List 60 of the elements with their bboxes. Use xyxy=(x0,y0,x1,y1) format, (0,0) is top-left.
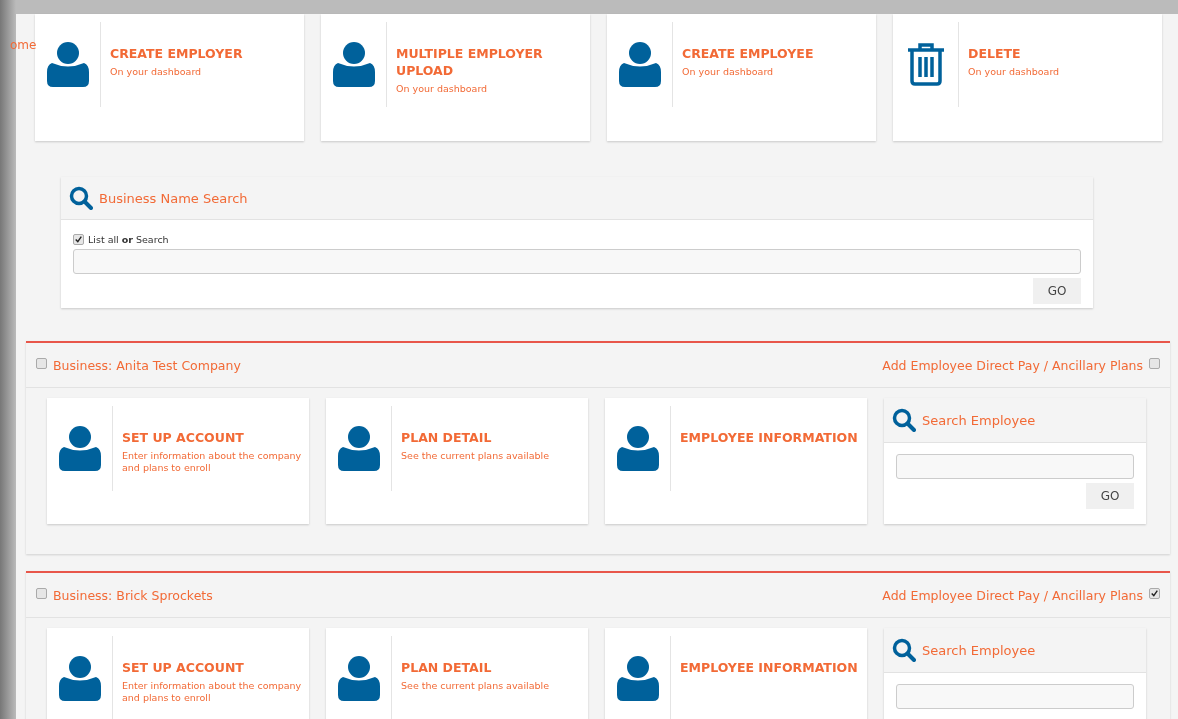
checkbox[interactable] xyxy=(36,357,47,369)
card-subtitle: Enter information about the company and plans to enroll xyxy=(122,450,303,474)
person-icon xyxy=(58,656,101,701)
ancillary-link[interactable]: Add Employee Direct Pay / Ancillary Plans xyxy=(882,587,1143,603)
person-icon xyxy=(337,656,380,701)
card-title: DELETE xyxy=(968,45,1022,62)
panel-title: Search Employee xyxy=(922,642,1036,658)
card-title: MULTIPLE EMPLOYER UPLOAD xyxy=(396,45,544,79)
card-subtitle: See the current plans available xyxy=(401,450,549,462)
action-card[interactable]: CREATE EMPLOYEE On your dashboard xyxy=(607,14,876,141)
panel-title: Search Employee xyxy=(922,412,1036,428)
search-icon xyxy=(892,638,916,662)
action-card[interactable]: CREATE EMPLOYER On your dashboard xyxy=(35,14,304,141)
search-field[interactable] xyxy=(896,454,1134,479)
checkbox-label: List all or Search xyxy=(88,234,169,245)
go-button[interactable]: GO xyxy=(1033,278,1081,304)
go-button[interactable]: GO xyxy=(1086,483,1134,509)
business-name: Business: Brick Sprockets xyxy=(53,587,213,603)
card-subtitle: On your dashboard xyxy=(396,83,489,95)
card-subtitle: On your dashboard xyxy=(682,66,775,78)
person-icon xyxy=(332,42,375,87)
action-card[interactable]: PLAN DETAIL See the current plans available xyxy=(326,628,588,719)
card-title: CREATE EMPLOYEE xyxy=(682,45,814,62)
search-field[interactable] xyxy=(73,249,1081,274)
person-icon xyxy=(616,656,659,701)
person-icon xyxy=(616,426,659,471)
person-icon xyxy=(337,426,380,471)
checkbox[interactable] xyxy=(36,587,47,599)
home-link[interactable]: ome xyxy=(10,38,37,52)
person-icon xyxy=(46,42,89,87)
ancillary-link[interactable]: Add Employee Direct Pay / Ancillary Plans xyxy=(882,357,1143,373)
card-title: EMPLOYEE INFORMATION xyxy=(680,429,858,446)
card-title: CREATE EMPLOYER xyxy=(110,45,243,62)
search-icon xyxy=(892,408,916,432)
action-card[interactable]: SET UP ACCOUNT Enter information about the company and plans to enroll xyxy=(47,628,309,719)
panel-title: Business Name Search xyxy=(99,190,248,206)
action-card[interactable]: SET UP ACCOUNT Enter information about the company and plans to enroll xyxy=(47,398,309,524)
action-card[interactable]: PLAN DETAIL See the current plans available xyxy=(326,398,588,524)
card-subtitle: On your dashboard xyxy=(968,66,1060,78)
search-field[interactable] xyxy=(896,684,1134,709)
trash-icon xyxy=(906,42,945,86)
search-icon xyxy=(69,186,93,210)
action-card[interactable]: EMPLOYEE INFORMATION xyxy=(605,398,867,524)
card-title: EMPLOYEE INFORMATION xyxy=(680,659,858,676)
action-card[interactable]: EMPLOYEE INFORMATION xyxy=(605,628,867,719)
card-subtitle: See the current plans available xyxy=(401,680,549,692)
checkbox[interactable] xyxy=(1149,357,1160,369)
card-title: SET UP ACCOUNT xyxy=(122,659,245,676)
action-card[interactable]: MULTIPLE EMPLOYER UPLOAD On your dashboard xyxy=(321,14,590,141)
card-title: PLAN DETAIL xyxy=(401,429,493,446)
business-name: Business: Anita Test Company xyxy=(53,357,241,373)
card-subtitle: Enter information about the company and plans to enroll xyxy=(122,680,303,704)
card-title: SET UP ACCOUNT xyxy=(122,429,245,446)
checkbox[interactable] xyxy=(1149,587,1160,599)
card-subtitle: On your dashboard xyxy=(110,66,203,78)
action-card[interactable]: DELETE On your dashboard xyxy=(893,14,1162,141)
person-icon xyxy=(58,426,101,471)
checkbox[interactable] xyxy=(73,234,84,245)
person-icon xyxy=(618,42,661,87)
card-title: PLAN DETAIL xyxy=(401,659,493,676)
